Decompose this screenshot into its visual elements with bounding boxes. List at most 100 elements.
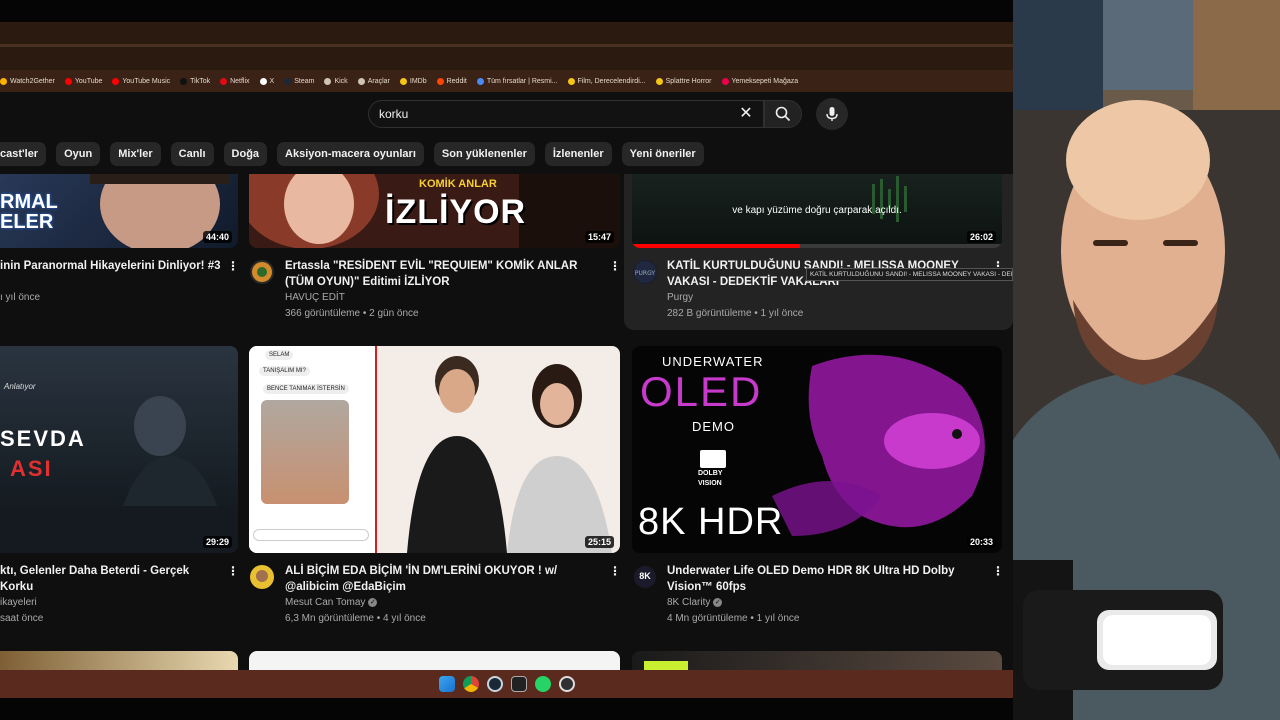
chrome-icon[interactable] bbox=[462, 676, 479, 692]
chat-photo bbox=[261, 400, 349, 504]
bookmark-label: Tüm fırsatlar | Resmi... bbox=[486, 77, 558, 85]
video-title[interactable]: inin Paranormal Hikayelerini Dinliyor! #… bbox=[0, 258, 225, 274]
bookmark-favicon-icon bbox=[0, 77, 7, 85]
more-options-icon[interactable]: ⋮ bbox=[609, 258, 621, 274]
channel-name[interactable]: 8K Clarity ✓ bbox=[667, 595, 723, 611]
filter-chip[interactable]: Mix'ler bbox=[110, 142, 161, 166]
bookmark-label: Steam bbox=[294, 77, 315, 85]
thumbnail-accent bbox=[644, 661, 688, 670]
video-thumbnail[interactable]: UNDERWATER OLED DEMO DOLBY VISION 8K HDR… bbox=[632, 346, 1002, 553]
bookmark-label: IMDb bbox=[409, 77, 427, 85]
video-thumbnail[interactable]: KOMİK ANLAR İZLİYOR 15:47 bbox=[249, 174, 620, 248]
bookmark-favicon-icon bbox=[436, 77, 444, 85]
bookmark-item[interactable]: TikTok bbox=[180, 77, 210, 85]
bookmark-item[interactable]: YouTube bbox=[64, 77, 102, 85]
thumbnail-line-vision: VISION bbox=[698, 480, 722, 487]
duration-badge: 25:15 bbox=[584, 536, 614, 548]
video-meta: 282 B görüntüleme • 1 yıl önce bbox=[667, 308, 804, 319]
bookmark-label: Film, Derecelendirdi... bbox=[577, 77, 646, 85]
filter-chip[interactable]: İzlenenler bbox=[544, 142, 612, 166]
bookmark-label: X bbox=[269, 77, 275, 85]
clear-search-icon[interactable]: ✕ bbox=[736, 104, 756, 124]
filter-chip[interactable]: Canlı bbox=[170, 142, 214, 166]
search-input[interactable]: korku bbox=[368, 100, 764, 128]
bookmark-item[interactable]: Yemeksepeti Mağaza bbox=[721, 77, 798, 85]
channel-name-text: Mesut Can Tomay bbox=[285, 597, 366, 608]
bookmark-item[interactable]: Tüm fırsatlar | Resmi... bbox=[476, 77, 558, 85]
thumbnail-line-oled: OLED bbox=[640, 368, 763, 415]
channel-name[interactable]: HAVUÇ EDİT bbox=[285, 290, 345, 306]
filter-chip[interactable]: Aksiyon-macera oyunları bbox=[277, 142, 424, 166]
bookmark-item[interactable]: Reddit bbox=[436, 77, 467, 85]
filter-chip[interactable]: Oyun bbox=[56, 142, 101, 166]
chat-bubble: BENCE TANIMAK İSTERSİN bbox=[263, 384, 349, 394]
obs-icon[interactable] bbox=[558, 676, 575, 692]
video-thumbnail[interactable] bbox=[249, 651, 620, 670]
more-options-icon[interactable]: ⋮ bbox=[227, 258, 239, 274]
filter-chip[interactable]: cast'ler bbox=[0, 142, 47, 166]
bookmark-favicon-icon bbox=[180, 77, 188, 85]
filter-chip[interactable]: Yeni öneriler bbox=[621, 142, 704, 166]
bookmark-favicon-icon bbox=[357, 77, 365, 85]
thumbnail-subtext: KOMİK ANLAR bbox=[419, 178, 497, 190]
duration-badge: 44:40 bbox=[202, 231, 232, 243]
bookmark-item[interactable]: Splattre Horror bbox=[655, 77, 712, 85]
bookmark-item[interactable]: IMDb bbox=[399, 77, 427, 85]
bookmark-item[interactable]: Watch2Gether bbox=[0, 77, 55, 85]
thumbnail-text: RMAL ELER bbox=[0, 191, 58, 233]
search-query[interactable]: korku bbox=[379, 107, 408, 121]
channel-name[interactable]: ikayeleri bbox=[0, 595, 37, 611]
filter-chip[interactable]: Son yüklenenler bbox=[433, 142, 535, 166]
thumbnail-subtext: ASI bbox=[10, 456, 53, 481]
channel-name[interactable]: Mesut Can Tomay ✓ bbox=[285, 595, 378, 611]
bookmark-item[interactable]: YouTube Music bbox=[112, 77, 170, 85]
video-thumbnail[interactable]: SELAM TANIŞALIM MI? BENCE TANIMAK İSTERS… bbox=[249, 346, 620, 553]
more-options-icon[interactable]: ⋮ bbox=[227, 563, 239, 579]
bookmark-favicon-icon bbox=[284, 77, 292, 85]
bookmark-favicon-icon bbox=[64, 77, 72, 85]
channel-avatar[interactable]: PURGY bbox=[633, 260, 657, 284]
video-title[interactable]: ktı, Gelenler Daha Beterdi - Gerçek Kork… bbox=[0, 563, 225, 595]
bookmark-item[interactable]: Netflix bbox=[220, 77, 250, 85]
duration-badge: 15:47 bbox=[584, 231, 614, 243]
video-thumbnail[interactable]: RMAL ELER 44:40 bbox=[0, 174, 238, 248]
video-thumbnail[interactable]: Anlatıyor SEVDA ASI 29:29 bbox=[0, 346, 238, 553]
video-thumbnail[interactable] bbox=[0, 651, 238, 670]
search-button[interactable] bbox=[764, 100, 802, 128]
filter-chip[interactable]: Doğa bbox=[223, 142, 268, 166]
bookmark-item[interactable]: Araçlar bbox=[357, 77, 390, 85]
channel-avatar[interactable] bbox=[250, 565, 274, 589]
voice-search-button[interactable] bbox=[816, 98, 848, 130]
more-options-icon[interactable]: ⋮ bbox=[992, 563, 1004, 579]
steam-icon[interactable] bbox=[486, 676, 503, 692]
bookmark-item[interactable]: Film, Derecelendirdi... bbox=[567, 77, 646, 85]
whatsapp-icon[interactable] bbox=[534, 676, 551, 692]
webcam-overlay bbox=[1013, 0, 1280, 720]
channel-name[interactable]: Purgy bbox=[667, 290, 693, 306]
subtitle-text: ve kapı yüzüme doğru çarparak açıldı. bbox=[732, 205, 902, 216]
video-meta: 6,3 Mn görüntüleme • 4 yıl önce bbox=[285, 613, 426, 624]
bottom-black-bar bbox=[0, 698, 1013, 720]
channel-avatar[interactable] bbox=[250, 260, 274, 284]
video-title[interactable]: Ertassla "RESİDENT EVİL "REQUIEM" KOMİK … bbox=[285, 258, 600, 290]
bookmark-favicon-icon bbox=[567, 77, 575, 85]
video-title[interactable]: ALİ BİÇİM EDA BİÇİM 'İN DM'LERİNİ OKUYOR… bbox=[285, 563, 605, 595]
verified-icon: ✓ bbox=[713, 597, 723, 607]
bookmark-item[interactable]: X bbox=[259, 77, 275, 85]
video-thumbnail[interactable] bbox=[632, 651, 1002, 670]
channel-avatar[interactable]: 8K bbox=[633, 565, 657, 589]
bookmark-item[interactable]: Kick bbox=[324, 77, 348, 85]
video-meta: 366 görüntüleme • 2 gün önce bbox=[285, 308, 419, 319]
bookmark-item[interactable]: Steam bbox=[284, 77, 315, 85]
video-title[interactable]: Underwater Life OLED Demo HDR 8K Ultra H… bbox=[667, 563, 987, 595]
app-icon[interactable] bbox=[510, 676, 527, 692]
message-input bbox=[253, 529, 369, 541]
thumbnail-text: İZLİYOR bbox=[385, 193, 527, 231]
bookmark-label: Watch2Gether bbox=[10, 77, 55, 85]
video-thumbnail[interactable]: ve kapı yüzüme doğru çarparak açıldı. 26… bbox=[632, 174, 1002, 248]
channel-logo bbox=[252, 262, 272, 282]
thumbnail-line-underwater: UNDERWATER bbox=[662, 354, 764, 369]
more-options-icon[interactable]: ⋮ bbox=[609, 563, 621, 579]
windows-start-icon[interactable] bbox=[438, 676, 455, 692]
svg-text:PURGY: PURGY bbox=[635, 270, 656, 277]
